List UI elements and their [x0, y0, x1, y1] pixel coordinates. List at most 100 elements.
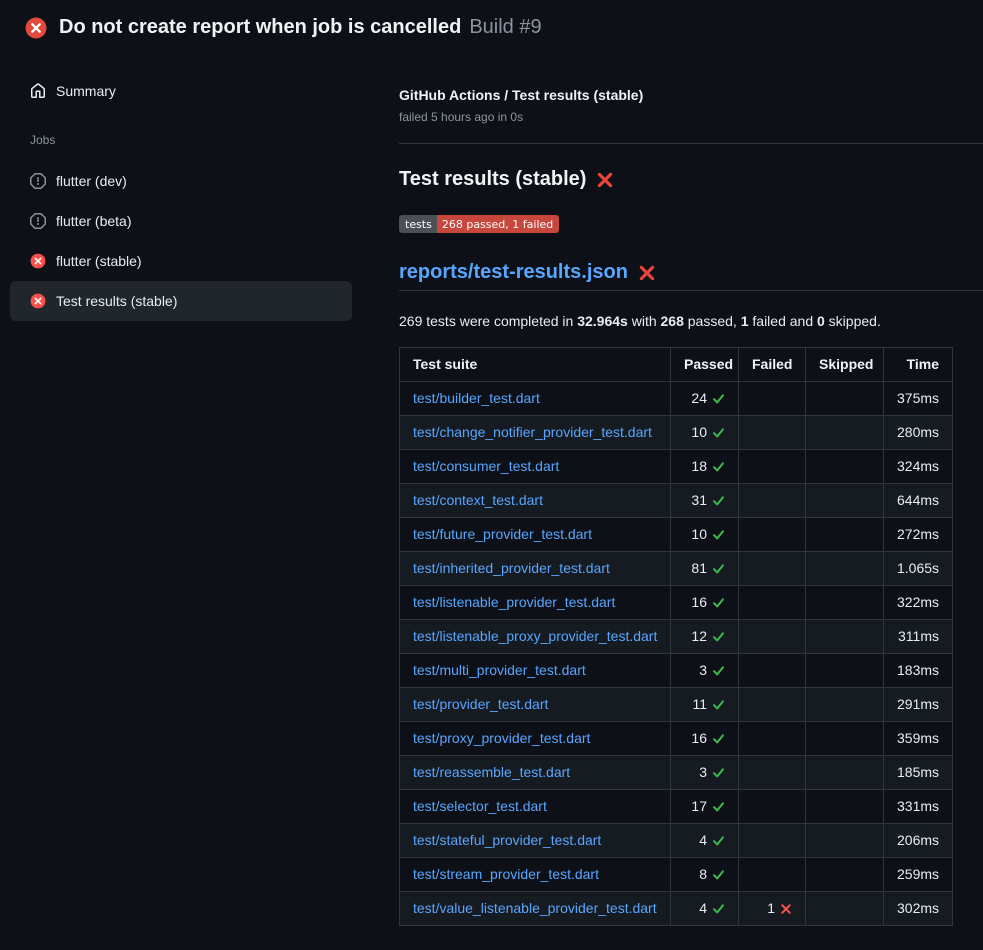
failed-cell — [739, 688, 806, 722]
check-icon — [712, 596, 725, 609]
skipped-cell — [806, 586, 884, 620]
skipped-cell — [806, 450, 884, 484]
test-suite-link[interactable]: test/inherited_provider_test.dart — [413, 560, 610, 576]
table-row: test/builder_test.dart24375ms — [400, 382, 953, 416]
check-title-row: Test results (stable) — [399, 168, 952, 191]
suite-cell: test/builder_test.dart — [400, 382, 671, 416]
test-suite-link[interactable]: test/stream_provider_test.dart — [413, 866, 599, 882]
test-suite-link[interactable]: test/multi_provider_test.dart — [413, 662, 586, 678]
test-suite-link[interactable]: test/listenable_provider_test.dart — [413, 594, 615, 610]
skipped-cell — [806, 892, 884, 926]
job-label: flutter (beta) — [56, 213, 131, 229]
check-icon — [712, 460, 725, 473]
failed-cell — [739, 450, 806, 484]
test-suite-link[interactable]: test/reassemble_test.dart — [413, 764, 570, 780]
tests-badge: tests268 passed, 1 failed — [399, 215, 559, 233]
column-header-passed: Passed — [671, 348, 739, 382]
failed-cell — [739, 518, 806, 552]
table-row: test/context_test.dart31644ms — [400, 484, 953, 518]
test-suite-link[interactable]: test/stateful_provider_test.dart — [413, 832, 601, 848]
test-suite-link[interactable]: test/provider_test.dart — [413, 696, 548, 712]
check-icon — [712, 426, 725, 439]
time-cell: 1.065s — [884, 552, 953, 586]
check-run-header: Do not create report when job is cancell… — [0, 0, 983, 54]
test-suite-link[interactable]: test/consumer_test.dart — [413, 458, 559, 474]
sidebar-item-flutter-beta[interactable]: flutter (beta) — [10, 201, 352, 241]
passed-cell: 18 — [671, 450, 739, 484]
skipped-cell — [806, 416, 884, 450]
check-icon — [712, 698, 725, 711]
check-icon — [712, 494, 725, 507]
passed-cell: 3 — [671, 756, 739, 790]
divider — [399, 143, 983, 144]
job-label: Test results (stable) — [56, 293, 177, 309]
jobs-section-label: Jobs — [10, 111, 352, 161]
test-suite-link[interactable]: test/proxy_provider_test.dart — [413, 730, 590, 746]
suite-cell: test/multi_provider_test.dart — [400, 654, 671, 688]
check-icon — [712, 630, 725, 643]
check-icon — [712, 902, 725, 915]
sidebar-jobs-list: flutter (dev) flutter (beta) flutter (stab… — [10, 161, 352, 321]
table-row: test/value_listenable_provider_test.dart… — [400, 892, 953, 926]
failed-cell — [739, 824, 806, 858]
passed-cell: 10 — [671, 518, 739, 552]
suite-cell: test/inherited_provider_test.dart — [400, 552, 671, 586]
check-icon — [712, 562, 725, 575]
passed-cell: 16 — [671, 722, 739, 756]
passed-cell: 8 — [671, 858, 739, 892]
table-row: test/listenable_proxy_provider_test.dart… — [400, 620, 953, 654]
passed-cell: 81 — [671, 552, 739, 586]
passed-cell: 10 — [671, 416, 739, 450]
table-row: test/selector_test.dart17331ms — [400, 790, 953, 824]
table-row: test/stateful_provider_test.dart4206ms — [400, 824, 953, 858]
time-cell: 644ms — [884, 484, 953, 518]
check-icon — [712, 664, 725, 677]
suite-cell: test/context_test.dart — [400, 484, 671, 518]
failed-status-icon — [25, 17, 47, 39]
failed-x-icon — [638, 264, 656, 282]
suite-cell: test/change_notifier_provider_test.dart — [400, 416, 671, 450]
column-header-failed: Failed — [739, 348, 806, 382]
test-suite-link[interactable]: test/context_test.dart — [413, 492, 543, 508]
summary-text: skipped. — [825, 313, 881, 329]
test-suite-link[interactable]: test/change_notifier_provider_test.dart — [413, 424, 652, 440]
skipped-cell — [806, 484, 884, 518]
test-suite-link[interactable]: test/listenable_proxy_provider_test.dart — [413, 628, 657, 644]
sidebar-item-summary[interactable]: Summary — [10, 71, 352, 111]
x-icon — [780, 903, 792, 915]
column-header-skipped: Skipped — [806, 348, 884, 382]
passed-cell: 4 — [671, 824, 739, 858]
main-content: GitHub Actions / Test results (stable) f… — [399, 54, 983, 926]
skipped-cell — [806, 518, 884, 552]
suite-cell: test/provider_test.dart — [400, 688, 671, 722]
test-suite-link[interactable]: test/value_listenable_provider_test.dart — [413, 900, 657, 916]
sidebar-item-flutter-stable[interactable]: flutter (stable) — [10, 241, 352, 281]
sidebar: Summary Jobs flutter (dev) flutter (beta)… — [0, 54, 399, 321]
suite-cell: test/future_provider_test.dart — [400, 518, 671, 552]
time-cell: 280ms — [884, 416, 953, 450]
failed-icon — [30, 253, 46, 269]
passed-cell: 4 — [671, 892, 739, 926]
skipped-cell — [806, 722, 884, 756]
sidebar-item-flutter-dev[interactable]: flutter (dev) — [10, 161, 352, 201]
time-cell: 322ms — [884, 586, 953, 620]
test-suite-link[interactable]: test/builder_test.dart — [413, 390, 540, 406]
failed-cell — [739, 586, 806, 620]
job-label: flutter (stable) — [56, 253, 142, 269]
check-suite-title: Do not create report when job is cancell… — [59, 16, 461, 39]
failed-cell — [739, 416, 806, 450]
failed-icon — [30, 293, 46, 309]
report-link[interactable]: reports/test-results.json — [399, 261, 628, 284]
summary-failed-count: 1 — [741, 313, 749, 329]
skipped-cell — [806, 688, 884, 722]
time-cell: 324ms — [884, 450, 953, 484]
passed-cell: 24 — [671, 382, 739, 416]
test-suite-link[interactable]: test/selector_test.dart — [413, 798, 547, 814]
cancelled-icon — [30, 213, 46, 229]
sidebar-item-test-results-stable[interactable]: Test results (stable) — [10, 281, 352, 321]
table-row: test/multi_provider_test.dart3183ms — [400, 654, 953, 688]
failed-cell — [739, 756, 806, 790]
failed-cell — [739, 722, 806, 756]
skipped-cell — [806, 790, 884, 824]
test-suite-link[interactable]: test/future_provider_test.dart — [413, 526, 592, 542]
